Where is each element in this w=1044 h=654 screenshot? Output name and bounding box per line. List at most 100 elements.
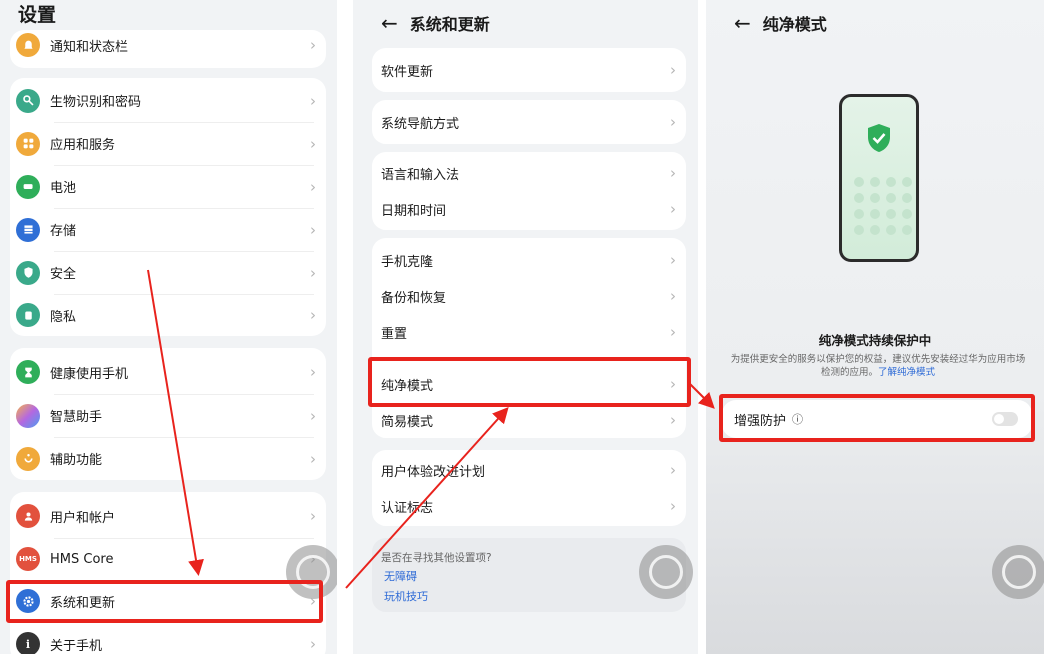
chevron-right-icon: › — [670, 61, 676, 79]
system-item-label: 语言和输入法 — [381, 167, 460, 183]
user-icon — [16, 504, 40, 528]
system-item-simple-mode[interactable]: 简易模式 › — [372, 402, 686, 438]
link-tips[interactable]: 玩机技巧 — [384, 588, 428, 604]
pure-mode-status-title: 纯净模式持续保护中 — [818, 333, 932, 348]
phone-illustration — [839, 94, 919, 262]
page-header: ← 纯净模式 — [706, 10, 827, 36]
settings-item-notifications[interactable]: 通知和状态栏 › — [10, 30, 326, 60]
settings-item-label: HMS Core — [50, 551, 114, 567]
system-item-label: 软件更新 — [381, 64, 434, 80]
floating-assist-button[interactable] — [992, 545, 1044, 599]
system-item-label: 重置 — [381, 326, 408, 342]
shield-check-icon — [868, 124, 890, 152]
settings-item-digital-balance[interactable]: 健康使用手机 › — [10, 350, 326, 394]
settings-item-label: 辅助功能 — [50, 453, 103, 468]
settings-item-accounts[interactable]: 用户和帐户 › — [10, 494, 326, 538]
system-item-label: 日期和时间 — [381, 203, 447, 219]
chevron-right-icon: › — [670, 461, 676, 479]
chevron-right-icon: › — [310, 134, 316, 153]
link-accessibility[interactable]: 无障碍 — [384, 568, 417, 584]
chevron-right-icon: › — [310, 449, 316, 468]
settings-item-label: 通知和状态栏 — [50, 39, 129, 55]
settings-item-label: 生物识别和密码 — [50, 95, 142, 110]
back-arrow-icon[interactable]: ← — [381, 13, 398, 33]
settings-panel: 设置 通知和状态栏 › 生物识别和密码 › 应用和服务 › 电池 › 存储 › … — [0, 0, 337, 654]
settings-item-label: 隐私 — [50, 309, 77, 325]
bell-icon — [16, 33, 40, 57]
system-item-navigation[interactable]: 系统导航方式 › — [372, 100, 686, 144]
settings-item-security[interactable]: 安全 › — [10, 251, 326, 294]
apps-icon — [16, 131, 40, 156]
settings-item-label: 智慧助手 — [50, 410, 103, 425]
system-item-label: 简易模式 — [381, 414, 434, 430]
system-card-3: 语言和输入法 › 日期和时间 › — [372, 152, 686, 230]
battery-icon — [16, 174, 40, 199]
chevron-right-icon: › — [670, 113, 676, 131]
settings-card-3: 健康使用手机 › 智慧助手 › 辅助功能 › — [10, 348, 326, 480]
chevron-right-icon: › — [310, 220, 316, 239]
system-item-reset[interactable]: 重置 › — [372, 314, 686, 350]
highlight-box-enhanced-protection — [719, 394, 1035, 442]
chevron-right-icon: › — [310, 306, 316, 324]
settings-card-1: 通知和状态栏 › — [10, 30, 326, 68]
chevron-right-icon: › — [670, 200, 676, 218]
chevron-right-icon: › — [670, 411, 676, 429]
settings-item-label: 健康使用手机 — [50, 366, 129, 382]
chevron-right-icon: › — [310, 36, 316, 54]
help-question: 是否在寻找其他设置项? — [381, 552, 492, 564]
settings-item-label: 应用和服务 — [50, 138, 116, 153]
system-card-1: 软件更新 › — [372, 48, 686, 92]
system-item-label: 系统导航方式 — [381, 116, 460, 132]
chevron-right-icon: › — [670, 164, 676, 182]
page-title: 系统和更新 — [409, 15, 490, 34]
hourglass-icon — [16, 360, 40, 384]
settings-item-accessibility[interactable]: 辅助功能 › — [10, 437, 326, 480]
hms-icon: HMS — [16, 547, 40, 571]
page-title: 设置 — [18, 4, 57, 26]
highlight-box-system-update — [6, 580, 323, 623]
system-item-label: 手机克隆 — [381, 254, 434, 270]
settings-card-2: 生物识别和密码 › 应用和服务 › 电池 › 存储 › 安全 › 隐私 › — [10, 78, 326, 336]
settings-item-label: 安全 — [50, 267, 77, 282]
back-arrow-icon[interactable]: ← — [734, 13, 751, 33]
settings-item-biometrics[interactable]: 生物识别和密码 › — [10, 78, 326, 123]
settings-item-storage[interactable]: 存储 › — [10, 208, 326, 251]
system-item-language[interactable]: 语言和输入法 › — [372, 154, 686, 192]
settings-item-label: 关于手机 — [50, 638, 103, 654]
pure-mode-description: 为提供更安全的服务以保护您的权益，建议优先安装经过华为应用市场检测的应用。了解纯… — [730, 354, 1026, 378]
settings-card-4: 用户和帐户 › HMS HMS Core › 系统和更新 › i 关于手机 › — [10, 492, 326, 654]
system-item-date-time[interactable]: 日期和时间 › — [372, 190, 686, 228]
privacy-icon — [16, 303, 40, 327]
settings-item-label: 电池 — [50, 181, 77, 196]
shield-icon — [16, 260, 40, 285]
system-item-label: 认证标志 — [381, 500, 434, 516]
chevron-right-icon: › — [310, 507, 316, 525]
settings-item-assistant[interactable]: 智慧助手 › — [10, 394, 326, 437]
system-item-certification[interactable]: 认证标志 › — [372, 488, 686, 524]
system-item-software-update[interactable]: 软件更新 › — [372, 48, 686, 92]
app-dots — [854, 177, 912, 235]
settings-item-apps[interactable]: 应用和服务 › — [10, 122, 326, 165]
info-icon: i — [16, 632, 40, 654]
key-icon — [16, 88, 40, 113]
chevron-right-icon: › — [670, 287, 676, 305]
page-title: 纯净模式 — [762, 15, 827, 34]
floating-assist-button[interactable] — [639, 545, 693, 599]
learn-more-link[interactable]: 了解纯净模式 — [878, 367, 935, 378]
accessibility-icon — [16, 446, 40, 471]
system-item-phone-clone[interactable]: 手机克隆 › — [372, 242, 686, 278]
system-card-2: 系统导航方式 › — [372, 100, 686, 144]
system-item-user-experience[interactable]: 用户体验改进计划 › — [372, 452, 686, 488]
settings-item-privacy[interactable]: 隐私 › — [10, 294, 326, 336]
page-header: ← 系统和更新 — [353, 10, 490, 36]
settings-item-hms-core[interactable]: HMS HMS Core › — [10, 538, 326, 580]
system-item-backup[interactable]: 备份和恢复 › — [372, 278, 686, 314]
chevron-right-icon: › — [670, 497, 676, 515]
chevron-right-icon: › — [310, 363, 316, 381]
settings-item-about[interactable]: i 关于手机 › — [10, 624, 326, 654]
pure-mode-panel: ← 纯净模式 纯净模式持续保护中 为提供更安全的服务以保护您的权益，建议优先安装… — [706, 0, 1044, 654]
settings-item-label: 存储 — [50, 224, 77, 239]
chevron-right-icon: › — [310, 635, 316, 653]
system-card-5: 用户体验改进计划 › 认证标志 › — [372, 450, 686, 526]
settings-item-battery[interactable]: 电池 › — [10, 165, 326, 208]
